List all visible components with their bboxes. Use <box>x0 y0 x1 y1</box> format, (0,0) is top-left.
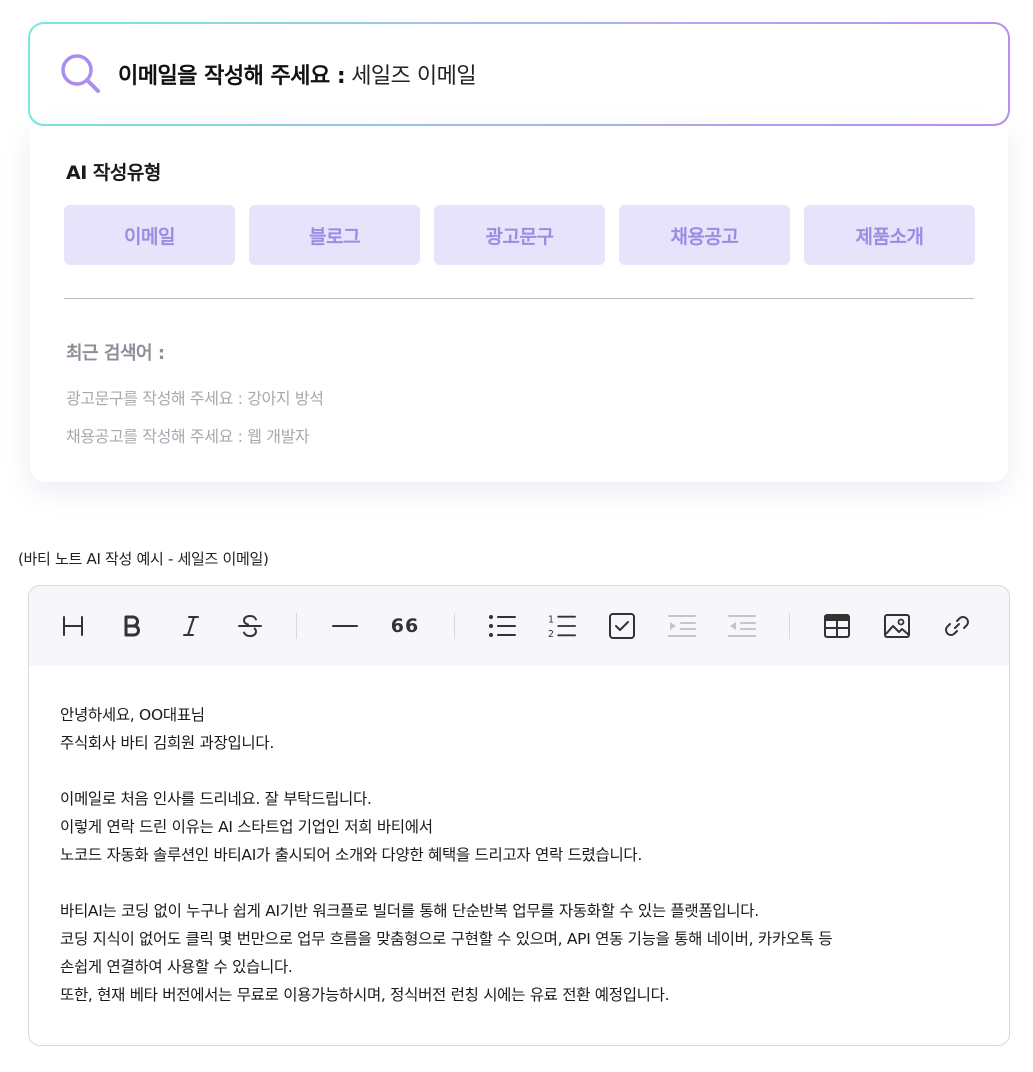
image-icon <box>884 614 910 638</box>
recent-searches-title: 최근 검색어 : <box>66 343 165 364</box>
link-button[interactable] <box>943 612 971 640</box>
toolbar-separator <box>296 613 297 639</box>
quote-icon: 66 <box>390 615 420 637</box>
bullet-list-button[interactable] <box>488 612 516 640</box>
email-line: 바티AI는 코딩 없이 누구나 쉽게 AI기반 워크플로 빌더를 통해 단순반복… <box>60 902 759 920</box>
italic-button[interactable] <box>177 612 205 640</box>
toolbar-separator <box>454 613 455 639</box>
note-editor: 66 1 2 안녕하세요, OO대표님 주식회사 바티 김희원 과장입니다. 이… <box>28 585 1010 1046</box>
table-icon <box>824 614 850 638</box>
email-line: 이메일로 처음 인사를 드리네요. 잘 부탁드립니다. <box>60 790 372 808</box>
type-email-button[interactable]: 이메일 <box>64 205 235 265</box>
indent-button[interactable] <box>668 612 696 640</box>
search-icon <box>61 54 100 93</box>
outdent-button[interactable] <box>728 612 756 640</box>
search-prompt: 이메일을 작성해 주세요 : <box>118 64 346 89</box>
horizontal-rule-icon <box>332 625 358 627</box>
horizontal-rule-button[interactable] <box>331 612 359 640</box>
email-line: 이렇게 연락 드린 이유는 AI 스타트업 기업인 저희 바티에서 <box>60 818 433 836</box>
email-line: 코딩 지식이 없어도 클릭 몇 번만으로 업무 흐름을 맞춤형으로 구현할 수 … <box>60 930 833 948</box>
image-button[interactable] <box>883 612 911 640</box>
type-job-posting-button[interactable]: 채용공고 <box>619 205 790 265</box>
outdent-icon <box>728 615 756 637</box>
svg-text:1: 1 <box>548 614 554 625</box>
editor-content[interactable]: 안녕하세요, OO대표님 주식회사 바티 김희원 과장입니다. 이메일로 처음 … <box>29 666 1009 1009</box>
editor-toolbar: 66 1 2 <box>29 586 1009 666</box>
search-bar[interactable]: 이메일을 작성해 주세요 : 세일즈 이메일 <box>28 22 1010 126</box>
email-line: 안녕하세요, OO대표님 <box>60 706 205 724</box>
type-blog-button[interactable]: 블로그 <box>249 205 420 265</box>
example-caption: (바티 노트 AI 작성 예시 - 세일즈 이메일) <box>18 550 269 568</box>
checkbox-icon <box>609 613 635 639</box>
table-button[interactable] <box>823 612 851 640</box>
recent-search-item[interactable]: 채용공고를 작성해 주세요 : 웹 개발자 <box>66 423 324 461</box>
checklist-button[interactable] <box>608 612 636 640</box>
indent-icon <box>668 615 696 637</box>
bold-button[interactable] <box>118 612 146 640</box>
search-value[interactable]: 세일즈 이메일 <box>351 58 476 90</box>
heading-icon <box>63 616 83 636</box>
search-query[interactable]: 이메일을 작성해 주세요 : 세일즈 이메일 <box>118 58 477 90</box>
link-icon <box>945 616 969 636</box>
email-line: 또한, 현재 베타 버전에서는 무료로 이용가능하시며, 정식버전 런칭 시에는… <box>60 986 670 1004</box>
heading-button[interactable] <box>59 612 87 640</box>
ordered-list-button[interactable]: 1 2 <box>548 612 576 640</box>
bold-icon <box>124 615 140 637</box>
search-inner[interactable]: 이메일을 작성해 주세요 : 세일즈 이메일 <box>30 24 1008 124</box>
type-ad-copy-button[interactable]: 광고문구 <box>434 205 605 265</box>
ordered-list-icon: 1 2 <box>548 614 576 640</box>
italic-icon <box>183 616 199 636</box>
blockquote-button[interactable]: 66 <box>391 612 419 640</box>
toolbar-separator <box>789 613 790 639</box>
strikethrough-icon <box>238 614 262 638</box>
email-line: 손쉽게 연결하여 사용할 수 있습니다. <box>60 958 293 976</box>
panel-divider <box>64 298 974 299</box>
svg-text:2: 2 <box>548 629 554 640</box>
email-line: 주식회사 바티 김희원 과장입니다. <box>60 734 274 752</box>
type-product-intro-button[interactable]: 제품소개 <box>804 205 975 265</box>
recent-searches-list: 광고문구를 작성해 주세요 : 강아지 방석 채용공고를 작성해 주세요 : 웹… <box>66 385 324 461</box>
recent-search-item[interactable]: 광고문구를 작성해 주세요 : 강아지 방석 <box>66 385 324 423</box>
email-line: 노코드 자동화 솔루션인 바티AI가 출시되어 소개와 다양한 혜택을 드리고자… <box>60 846 642 864</box>
bullet-list-icon <box>489 615 516 637</box>
search-dropdown-panel: AI 작성유형 이메일 블로그 광고문구 채용공고 제품소개 최근 검색어 : … <box>30 126 1008 482</box>
ai-type-title: AI 작성유형 <box>66 162 161 184</box>
strikethrough-button[interactable] <box>236 612 264 640</box>
ai-type-list: 이메일 블로그 광고문구 채용공고 제품소개 <box>64 205 975 265</box>
